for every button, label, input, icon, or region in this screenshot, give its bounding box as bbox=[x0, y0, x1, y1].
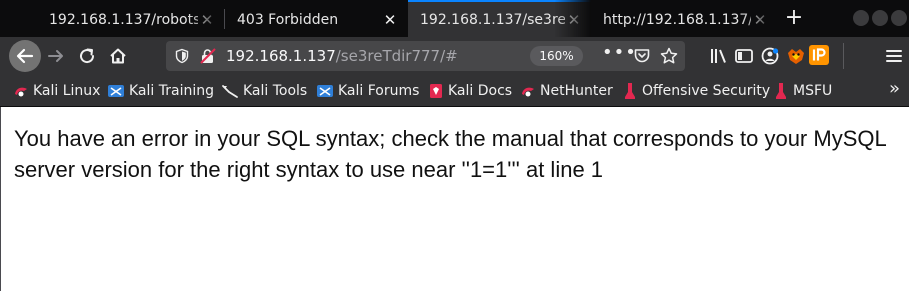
hamburger-menu-icon[interactable] bbox=[881, 43, 907, 69]
bookmark-label: Kali Linux bbox=[33, 83, 101, 99]
window-maximize-button[interactable] bbox=[872, 10, 888, 26]
url-path: /se3reTdir777/# bbox=[335, 47, 458, 65]
tab-close-icon[interactable]: ✕ bbox=[751, 11, 769, 29]
ip-address-extension-icon[interactable] bbox=[809, 45, 829, 65]
ip-glyph-icon bbox=[812, 48, 826, 61]
library-icon[interactable] bbox=[706, 43, 732, 69]
tab-label: 192.168.1.137/se3reTdir777/# bbox=[420, 11, 565, 28]
tab-close-icon[interactable]: ✕ bbox=[565, 11, 583, 29]
bookmark-kali-tools[interactable]: Kali Tools bbox=[221, 82, 307, 100]
tab-strip: 192.168.1.137/robots.txt ✕ 403 Forbidden… bbox=[0, 0, 909, 37]
bookmarks-overflow-button[interactable]: » bbox=[889, 78, 900, 99]
zoom-level-button[interactable]: 160% bbox=[530, 46, 583, 66]
bookmark-label: NetHunter bbox=[540, 83, 613, 99]
navigation-toolbar: 192.168.1.137/se3reTdir777/# 160% ••• bbox=[0, 37, 909, 75]
bookmark-label: Kali Docs bbox=[448, 83, 513, 99]
kali-training-icon bbox=[108, 85, 124, 97]
url-bar[interactable]: 192.168.1.137/se3reTdir777/# 160% ••• bbox=[166, 41, 685, 71]
kali-forums-icon bbox=[317, 85, 333, 97]
bookmark-kali-training[interactable]: Kali Training bbox=[107, 82, 214, 100]
sql-error-message: You have an error in your SQL syntax; ch… bbox=[14, 126, 886, 182]
toolbar-separator bbox=[843, 43, 844, 69]
sidebar-icon[interactable] bbox=[731, 43, 757, 69]
msfu-icon bbox=[776, 83, 786, 99]
tab-label: 403 Forbidden bbox=[237, 11, 339, 28]
bookmark-kali-forums[interactable]: Kali Forums bbox=[316, 82, 419, 100]
bookmark-label: Kali Forums bbox=[338, 83, 420, 99]
account-icon[interactable] bbox=[757, 43, 783, 69]
page-content: You have an error in your SQL syntax; ch… bbox=[0, 107, 909, 291]
kali-tools-icon bbox=[222, 85, 238, 98]
tab-robots[interactable]: 192.168.1.137/robots.txt ✕ bbox=[37, 2, 224, 37]
bookmark-label: MSFU bbox=[793, 83, 833, 99]
shield-icon[interactable] bbox=[174, 48, 190, 64]
forward-arrow-icon[interactable] bbox=[43, 43, 69, 69]
reload-icon[interactable] bbox=[74, 43, 100, 69]
home-icon[interactable] bbox=[105, 43, 131, 69]
tab-close-icon[interactable]: ✕ bbox=[381, 11, 399, 29]
bookmark-kali-linux[interactable]: Kali Linux bbox=[13, 82, 100, 100]
new-tab-button[interactable]: + bbox=[782, 5, 806, 31]
offsec-icon bbox=[625, 83, 635, 99]
bookmark-msfu[interactable]: MSFU bbox=[773, 82, 832, 100]
window-close-button[interactable] bbox=[891, 10, 907, 26]
bookmark-kali-docs[interactable]: Kali Docs bbox=[428, 82, 512, 100]
bookmark-nethunter[interactable]: NetHunter bbox=[520, 82, 613, 100]
kali-docs-icon bbox=[430, 84, 442, 98]
kali-dragon-icon bbox=[15, 87, 27, 97]
bookmark-label: Offensive Security bbox=[642, 83, 771, 99]
nethunter-dragon-icon bbox=[522, 87, 534, 97]
insecure-lock-icon[interactable] bbox=[199, 48, 217, 64]
bookmark-offensive-security[interactable]: Offensive Security bbox=[622, 82, 770, 100]
tab-http-se3retdir[interactable]: http://192.168.1.137/se3reTdir777/ ✕ bbox=[591, 2, 777, 37]
tab-close-icon[interactable]: ✕ bbox=[198, 11, 216, 29]
bookmark-label: Kali Training bbox=[129, 83, 214, 99]
pocket-icon[interactable] bbox=[633, 47, 651, 65]
foxyproxy-icon[interactable] bbox=[783, 43, 809, 69]
tab-403-forbidden[interactable]: 403 Forbidden ✕ bbox=[225, 2, 407, 37]
url-text[interactable]: 192.168.1.137/se3reTdir777/# bbox=[226, 47, 458, 65]
url-host: 192.168.1.137 bbox=[226, 47, 336, 65]
window-minimize-button[interactable] bbox=[853, 10, 869, 26]
bookmark-label: Kali Tools bbox=[243, 83, 308, 99]
tab-label: http://192.168.1.137/se3reTdir777/ bbox=[603, 11, 751, 28]
back-button[interactable] bbox=[9, 40, 41, 72]
bookmark-star-icon[interactable] bbox=[659, 46, 679, 66]
bookmarks-bar: Kali Linux Kali Training Kali Tools Kali… bbox=[0, 75, 909, 107]
back-arrow-icon bbox=[16, 48, 34, 64]
page-actions-icon[interactable]: ••• bbox=[602, 42, 637, 63]
tab-active-se3retdir[interactable]: 192.168.1.137/se3reTdir777/# ✕ bbox=[408, 0, 591, 37]
tab-label: 192.168.1.137/robots.txt bbox=[49, 11, 198, 28]
